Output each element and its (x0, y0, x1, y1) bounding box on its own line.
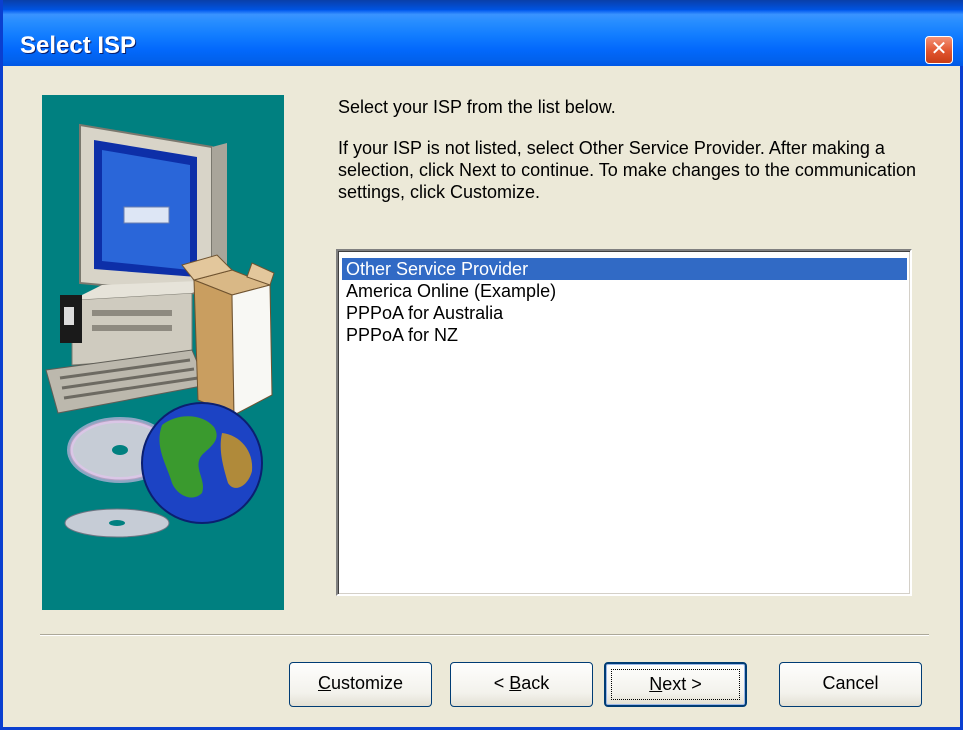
next-mnemonic: N (649, 674, 663, 694)
window-title: Select ISP (20, 32, 137, 59)
instruction-secondary: If your ISP is not listed, select Other … (338, 138, 916, 202)
button-separator (40, 634, 929, 636)
back-button[interactable]: < Back (450, 662, 593, 707)
wizard-illustration (42, 95, 284, 610)
close-icon: ✕ (930, 38, 948, 60)
computer-globe-cd-illustration (45, 123, 275, 538)
globe-icon (141, 402, 263, 524)
back-label: ack (521, 673, 550, 693)
keyboard-icon (45, 349, 208, 414)
instruction-primary: Select your ISP from the list below. (338, 97, 616, 117)
select-isp-dialog: Select ISP ✕ Select your ISP from the li… (0, 0, 963, 730)
close-button[interactable]: ✕ (925, 36, 953, 64)
cancel-button[interactable]: Cancel (779, 662, 922, 707)
list-item-other-service-provider[interactable]: Other Service Provider (342, 258, 907, 280)
next-label: ext > (662, 674, 702, 694)
isp-listbox[interactable]: Other Service Provider America Online (E… (336, 249, 912, 596)
cancel-label: Cancel (822, 673, 879, 693)
list-item-pppoa-nz[interactable]: PPPoA for NZ (342, 324, 907, 346)
next-button[interactable]: Next > (604, 662, 747, 707)
list-item-pppoa-australia[interactable]: PPPoA for Australia (342, 302, 907, 324)
title-bar[interactable]: Select ISP ✕ (3, 10, 963, 66)
back-mnemonic: B (509, 673, 522, 693)
software-box-icon (181, 254, 275, 416)
back-prefix: < (493, 673, 510, 693)
customize-label: ustomize (330, 673, 404, 693)
customize-button[interactable]: Customize (289, 662, 432, 707)
list-item-america-online[interactable]: America Online (Example) (342, 280, 907, 302)
customize-mnemonic: C (317, 673, 331, 693)
window-top-edge (3, 0, 963, 10)
